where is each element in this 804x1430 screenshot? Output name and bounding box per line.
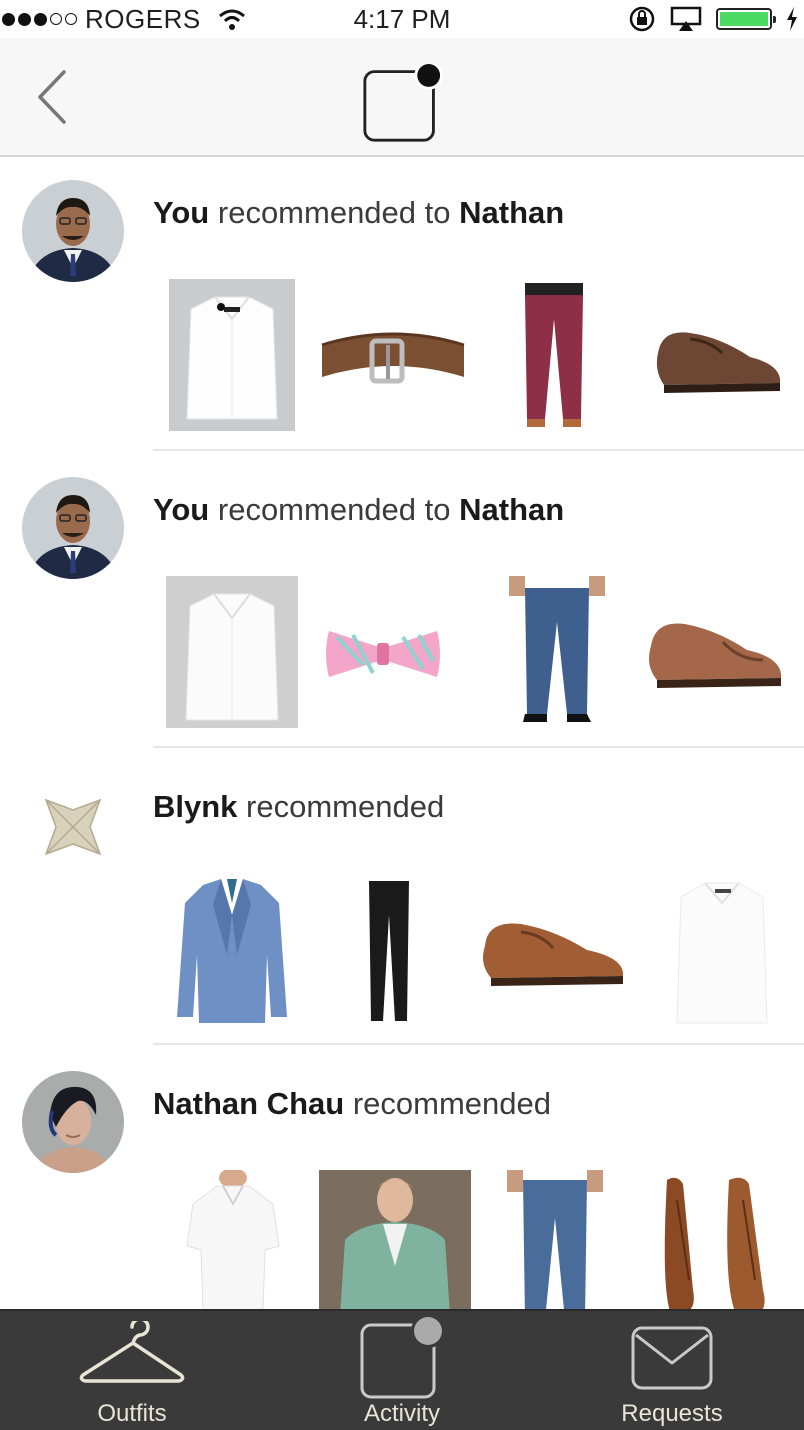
navigation-bar bbox=[0, 38, 804, 157]
burgundy-chinos-item[interactable] bbox=[509, 277, 599, 432]
blue-blazer-item[interactable] bbox=[175, 873, 289, 1028]
hanger-icon bbox=[79, 1321, 185, 1383]
action-text: recommended bbox=[246, 789, 445, 824]
white-dress-shirt-image bbox=[169, 278, 295, 431]
blue-jeans-image bbox=[507, 1170, 603, 1328]
actor-name[interactable]: You bbox=[153, 195, 209, 230]
brown-wingtip-shoes-item[interactable] bbox=[643, 574, 789, 729]
battery-icon bbox=[716, 8, 776, 30]
blue-blazer-image bbox=[177, 878, 287, 1023]
white-oxford-shirt-image bbox=[166, 575, 298, 728]
action-text: recommended to bbox=[217, 195, 451, 230]
target-name[interactable]: Nathan bbox=[459, 492, 564, 527]
brown-cap-toe-shoes-item[interactable] bbox=[650, 277, 788, 432]
blynk-logo[interactable] bbox=[22, 776, 124, 878]
actor-name[interactable]: You bbox=[153, 492, 209, 527]
feed-headline: You recommended to Nathan bbox=[153, 195, 564, 231]
pink-plaid-bow-tie-item[interactable] bbox=[323, 574, 443, 729]
brown-leather-boots-item[interactable] bbox=[653, 1170, 783, 1330]
status-bar: ROGERS 4:17 PM bbox=[0, 0, 804, 38]
envelope-icon bbox=[631, 1326, 713, 1390]
blue-jeans-item[interactable] bbox=[493, 1170, 617, 1330]
white-dress-shirt-item[interactable] bbox=[671, 873, 773, 1028]
white-oxford-shirt-item[interactable] bbox=[166, 574, 298, 729]
user-photo bbox=[22, 180, 124, 282]
outfit-items bbox=[153, 574, 804, 729]
white-polo-shirt-item[interactable] bbox=[183, 1170, 283, 1330]
avatar[interactable] bbox=[22, 1071, 124, 1173]
tab-activity[interactable]: Activity bbox=[302, 1311, 502, 1430]
tab-label: Outfits bbox=[97, 1400, 167, 1427]
burgundy-chinos-image bbox=[525, 282, 583, 427]
divider bbox=[153, 449, 804, 451]
blynk-logo-icon bbox=[22, 776, 124, 878]
brown-cap-toe-shoes-image bbox=[656, 331, 781, 393]
brown-wingtip-shoes-image bbox=[649, 622, 782, 688]
brown-oxford-shoes-image bbox=[483, 922, 624, 986]
airplay-icon bbox=[670, 6, 702, 31]
actor-name[interactable]: Nathan Chau bbox=[153, 1086, 344, 1121]
outfit-items bbox=[153, 277, 804, 432]
avatar[interactable] bbox=[22, 180, 124, 282]
white-polo-shirt-image bbox=[186, 1170, 280, 1330]
tab-label: Activity bbox=[363, 1400, 440, 1427]
outfit-items bbox=[153, 873, 804, 1028]
avatar[interactable] bbox=[22, 477, 124, 579]
actor-name[interactable]: Blynk bbox=[153, 789, 237, 824]
back-chevron-icon[interactable] bbox=[28, 64, 78, 130]
feed-headline: Blynk recommended bbox=[153, 789, 444, 825]
brown-oxford-shoes-item[interactable] bbox=[477, 873, 631, 1028]
charging-bolt-icon bbox=[787, 7, 797, 31]
black-trousers-item[interactable] bbox=[359, 873, 419, 1028]
activity-icon[interactable] bbox=[362, 64, 442, 144]
tab-bar: Outfits Activity Requests bbox=[0, 1309, 804, 1430]
white-dress-shirt-image bbox=[676, 881, 768, 1023]
divider bbox=[153, 746, 804, 748]
pink-plaid-bow-tie-image bbox=[326, 630, 440, 677]
rotation-lock-icon bbox=[629, 6, 655, 32]
green-cardigan-item[interactable] bbox=[319, 1170, 471, 1330]
activity-icon bbox=[360, 1315, 445, 1399]
outfit-items bbox=[153, 1170, 804, 1330]
action-text: recommended to bbox=[217, 492, 451, 527]
feed-headline: Nathan Chau recommended bbox=[153, 1086, 551, 1122]
tab-requests[interactable]: Requests bbox=[572, 1311, 772, 1430]
target-name[interactable]: Nathan bbox=[459, 195, 564, 230]
divider bbox=[153, 1043, 804, 1045]
tab-label: Requests bbox=[621, 1400, 723, 1427]
tab-outfits[interactable]: Outfits bbox=[32, 1311, 232, 1430]
action-text: recommended bbox=[352, 1086, 551, 1121]
blue-jeans-image bbox=[495, 575, 619, 728]
user-photo bbox=[22, 1071, 124, 1173]
brown-leather-boots-image bbox=[664, 1177, 765, 1316]
user-photo bbox=[22, 477, 124, 579]
white-dress-shirt-item[interactable] bbox=[169, 277, 295, 432]
blue-jeans-item[interactable] bbox=[495, 574, 619, 729]
green-cardigan-image bbox=[319, 1170, 471, 1330]
brown-leather-belt-image bbox=[321, 332, 465, 383]
feed-headline: You recommended to Nathan bbox=[153, 492, 564, 528]
black-trousers-image bbox=[369, 880, 409, 1021]
brown-leather-belt-item[interactable] bbox=[316, 277, 470, 432]
